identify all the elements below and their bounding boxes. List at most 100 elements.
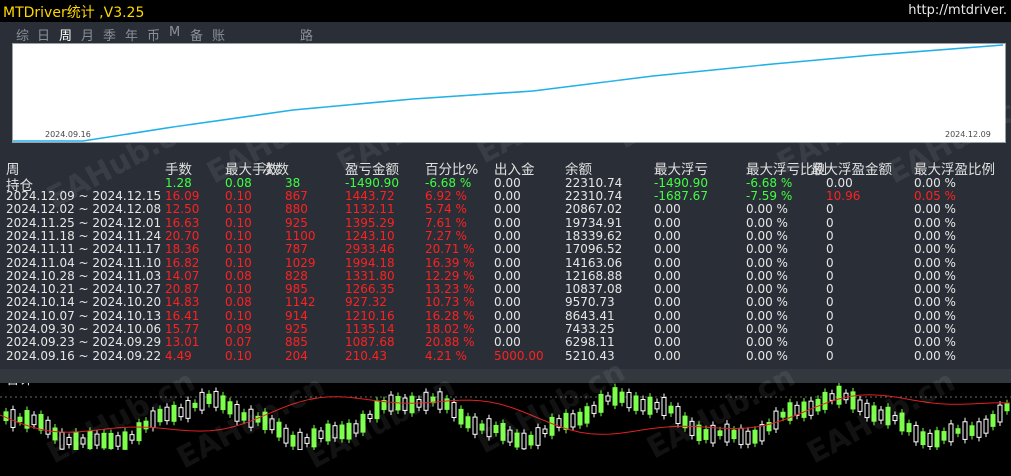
- week-row-cell: 787: [285, 242, 308, 257]
- candle-body: [696, 424, 702, 442]
- equity-curve-line: [13, 44, 1004, 142]
- week-row-cell: 12168.88: [565, 268, 623, 283]
- tab-1[interactable]: 日: [37, 25, 50, 44]
- week-row-cell: 0.10: [225, 189, 252, 203]
- candle-body: [563, 412, 569, 430]
- week-row-cell: 0.00 %: [746, 228, 788, 243]
- week-range-label: 2024.10.21 ~ 2024.10.27: [6, 282, 162, 297]
- x-axis-start-label: 2024.09.16: [45, 130, 91, 139]
- week-row-cell: 867: [285, 189, 308, 203]
- week-row-cell: 0.00: [494, 322, 521, 336]
- tab-6[interactable]: 币: [147, 25, 160, 44]
- window-titlebar: MTDriver统计 ,V3.25 http://mtdriver.: [0, 0, 1011, 22]
- week-row-cell: 1132.11: [345, 202, 395, 217]
- candle-body: [318, 430, 324, 439]
- candle-body: [66, 436, 72, 446]
- candle-body: [857, 399, 863, 412]
- website-link[interactable]: http://mtdriver.: [908, 3, 1007, 18]
- open-row-cell: -6.68 %: [425, 176, 472, 190]
- tab-2[interactable]: 周: [59, 25, 72, 44]
- week-row-cell: 4.21 %: [425, 348, 467, 363]
- week-row-cell: 0.10: [225, 242, 252, 257]
- column-header-0: 手数: [165, 162, 192, 178]
- candle-body: [850, 391, 856, 410]
- open-row-cell: 0.00 %: [914, 176, 956, 190]
- candle-body: [423, 391, 429, 411]
- candle-body: [745, 430, 751, 445]
- candle-body: [801, 401, 807, 418]
- candle-body: [535, 427, 541, 446]
- candle-body: [829, 393, 835, 401]
- week-row-cell: 12.29 %: [425, 268, 475, 283]
- week-row-cell: 5000.00: [494, 348, 544, 363]
- week-row-cell: 0.00 %: [746, 282, 788, 297]
- candle-body: [878, 409, 884, 421]
- week-row-cell: 7433.25: [565, 322, 615, 336]
- week-row-cell: 0: [826, 335, 834, 350]
- candle-body: [521, 432, 527, 450]
- week-row-cell: 7.61 %: [425, 215, 467, 230]
- week-row-cell: 1443.72: [345, 189, 395, 203]
- tab-0[interactable]: 综: [16, 25, 29, 44]
- week-row-cell: 0.00 %: [746, 242, 788, 257]
- equity-curve-svg: 2024.09.16 2024.12.09: [13, 44, 1004, 142]
- candle-body: [934, 430, 940, 448]
- candle-body: [836, 385, 842, 405]
- week-row-cell: 0.00 %: [914, 308, 956, 323]
- week-range-label: 2024.11.04 ~ 2024.11.10: [6, 255, 162, 270]
- candle-body: [80, 437, 86, 445]
- week-row-cell: 20.87: [165, 282, 200, 297]
- candle-body: [17, 416, 23, 423]
- total-row-bar: [0, 369, 1011, 383]
- week-row-cell: 5210.43: [565, 348, 615, 363]
- week-row-cell: 16.39 %: [425, 255, 475, 270]
- week-range-label: 2024.10.28 ~ 2024.11.03: [6, 268, 162, 283]
- week-row-cell: 0.09: [225, 322, 252, 336]
- tab-3[interactable]: 月: [81, 25, 94, 44]
- week-row-cell: 0.00 %: [914, 242, 956, 257]
- column-header-5: 出入金: [494, 162, 535, 178]
- week-range-label: 2024.09.16 ~ 2024.09.22: [6, 348, 162, 363]
- candle-body: [122, 431, 128, 450]
- tab-4[interactable]: 季: [103, 25, 116, 44]
- tab-7[interactable]: M: [169, 25, 180, 40]
- week-row-cell: 0.10: [225, 202, 252, 217]
- week-row-cell: 0.00 %: [914, 322, 956, 336]
- week-row-cell: 15.77: [165, 322, 200, 336]
- week-row-cell: 16.82: [165, 255, 200, 270]
- tab-8[interactable]: 备: [190, 25, 203, 44]
- week-row-cell: 914: [285, 308, 308, 323]
- week-row-cell: 925: [285, 322, 308, 336]
- candle-body: [94, 433, 100, 446]
- candle-body: [220, 395, 226, 411]
- candle-body: [304, 437, 310, 444]
- week-row-cell: 0.00 %: [746, 295, 788, 310]
- candle-body: [640, 399, 646, 412]
- candle-body: [269, 418, 275, 431]
- column-header-4: 百分比%: [425, 162, 479, 178]
- week-row-cell: 0.00 %: [746, 308, 788, 323]
- week-row-cell: 0.00 %: [914, 202, 956, 217]
- candle-body: [465, 416, 471, 429]
- candle-body: [752, 429, 758, 444]
- candle-body: [234, 404, 240, 422]
- candle-body: [479, 423, 485, 431]
- candle-body: [150, 410, 156, 429]
- week-row-cell: 1087.68: [345, 335, 395, 350]
- candle-body: [899, 412, 905, 432]
- equity-chart: 2024.09.16 2024.12.09: [12, 43, 1006, 143]
- week-row-cell: 14.83: [165, 295, 200, 310]
- candle-body: [822, 391, 828, 410]
- week-row-cell: 0.08: [225, 268, 252, 283]
- open-row-cell: 1.28: [165, 176, 192, 190]
- week-row-cell: 6298.11: [565, 335, 615, 350]
- open-row-cell: 38: [285, 176, 301, 190]
- candle-body: [542, 428, 548, 434]
- week-row-cell: 0.00: [494, 255, 521, 270]
- candle-body: [626, 391, 632, 409]
- week-row-cell: 0.00: [494, 308, 521, 323]
- candle-body: [283, 427, 289, 444]
- tab-5[interactable]: 年: [125, 25, 138, 44]
- week-row-cell: 0.00 %: [914, 282, 956, 297]
- column-header-10: 最大浮盈比例: [914, 162, 995, 178]
